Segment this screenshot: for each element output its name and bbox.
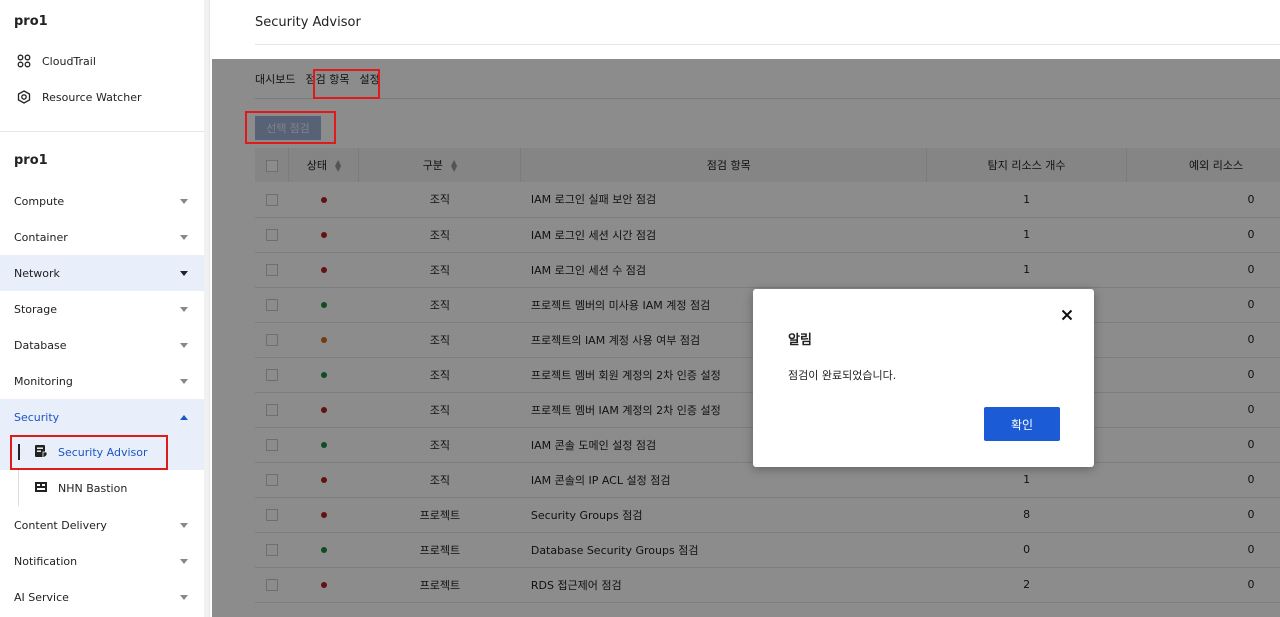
sidebar-item-label: AI Service <box>14 590 69 604</box>
chevron-down-icon <box>180 306 188 312</box>
sidebar-link-resource-watcher[interactable]: Resource Watcher <box>16 89 141 105</box>
sidebar-item-label: Network <box>14 266 60 280</box>
sidebar-item-label: Security <box>14 410 60 424</box>
chevron-down-icon <box>180 270 188 276</box>
sidebar-item-network[interactable]: Network <box>0 255 204 291</box>
sidebar-subitem-label: NHN Bastion <box>58 481 128 495</box>
sidebar-item-label: Monitoring <box>14 374 73 388</box>
annotation-highlight-security-advisor <box>10 435 168 470</box>
sidebar-item-notification[interactable]: Notification <box>0 543 204 579</box>
chevron-up-icon <box>180 414 188 420</box>
sidebar-divider <box>0 131 204 132</box>
chevron-down-icon <box>180 342 188 348</box>
chevron-down-icon <box>180 234 188 240</box>
chevron-down-icon <box>180 378 188 384</box>
annotation-highlight-tab <box>313 69 380 99</box>
sidebar-item-content-delivery[interactable]: Content Delivery <box>0 507 204 543</box>
cloudtrail-icon <box>16 53 32 69</box>
dialog-message: 점검이 완료되었습니다. <box>788 369 897 382</box>
confirm-button[interactable]: 확인 <box>984 407 1060 441</box>
chevron-down-icon <box>180 594 188 600</box>
sidebar-item-label: Container <box>14 230 68 244</box>
sidebar-scrollbar[interactable] <box>204 0 209 617</box>
sidebar-link-label: CloudTrail <box>42 54 96 68</box>
tree-line <box>18 470 19 506</box>
sidebar-link-label: Resource Watcher <box>42 90 142 104</box>
sidebar-item-label: Storage <box>14 302 58 316</box>
page-title: Security Advisor <box>255 15 361 30</box>
resource-watcher-icon <box>16 89 32 105</box>
project-name: pro1 <box>14 14 48 29</box>
chevron-down-icon <box>180 198 188 204</box>
alert-dialog: 알림 점검이 완료되었습니다. 확인 <box>753 289 1094 467</box>
sidebar-item-security[interactable]: Security <box>0 399 204 435</box>
close-icon[interactable] <box>1059 307 1075 323</box>
sidebar-item-label: Notification <box>14 554 78 568</box>
chevron-down-icon <box>180 522 188 528</box>
sidebar-item-label: Content Delivery <box>14 518 107 532</box>
modal-backdrop[interactable] <box>212 59 1280 617</box>
sidebar-item-database[interactable]: Database <box>0 327 204 363</box>
title-divider <box>255 44 1280 45</box>
sidebar-item-container[interactable]: Container <box>0 219 204 255</box>
chevron-down-icon <box>180 558 188 564</box>
sidebar-link-cloudtrail[interactable]: CloudTrail <box>16 53 96 69</box>
sidebar-item-label: Database <box>14 338 67 352</box>
sidebar: pro1 CloudTrail Resource Watcher pro1 Co… <box>0 0 210 617</box>
project-name: pro1 <box>14 153 48 168</box>
sidebar-item-storage[interactable]: Storage <box>0 291 204 327</box>
sidebar-item-label: Compute <box>14 194 65 208</box>
sidebar-item-monitoring[interactable]: Monitoring <box>0 363 204 399</box>
bastion-icon <box>34 480 48 497</box>
sidebar-subitem-nhn-bastion[interactable]: NHN Bastion <box>0 470 204 506</box>
sidebar-item-compute[interactable]: Compute <box>0 183 204 219</box>
annotation-highlight-check-button <box>245 111 336 144</box>
sidebar-item-ai-service[interactable]: AI Service <box>0 579 204 615</box>
dialog-title: 알림 <box>788 333 812 348</box>
